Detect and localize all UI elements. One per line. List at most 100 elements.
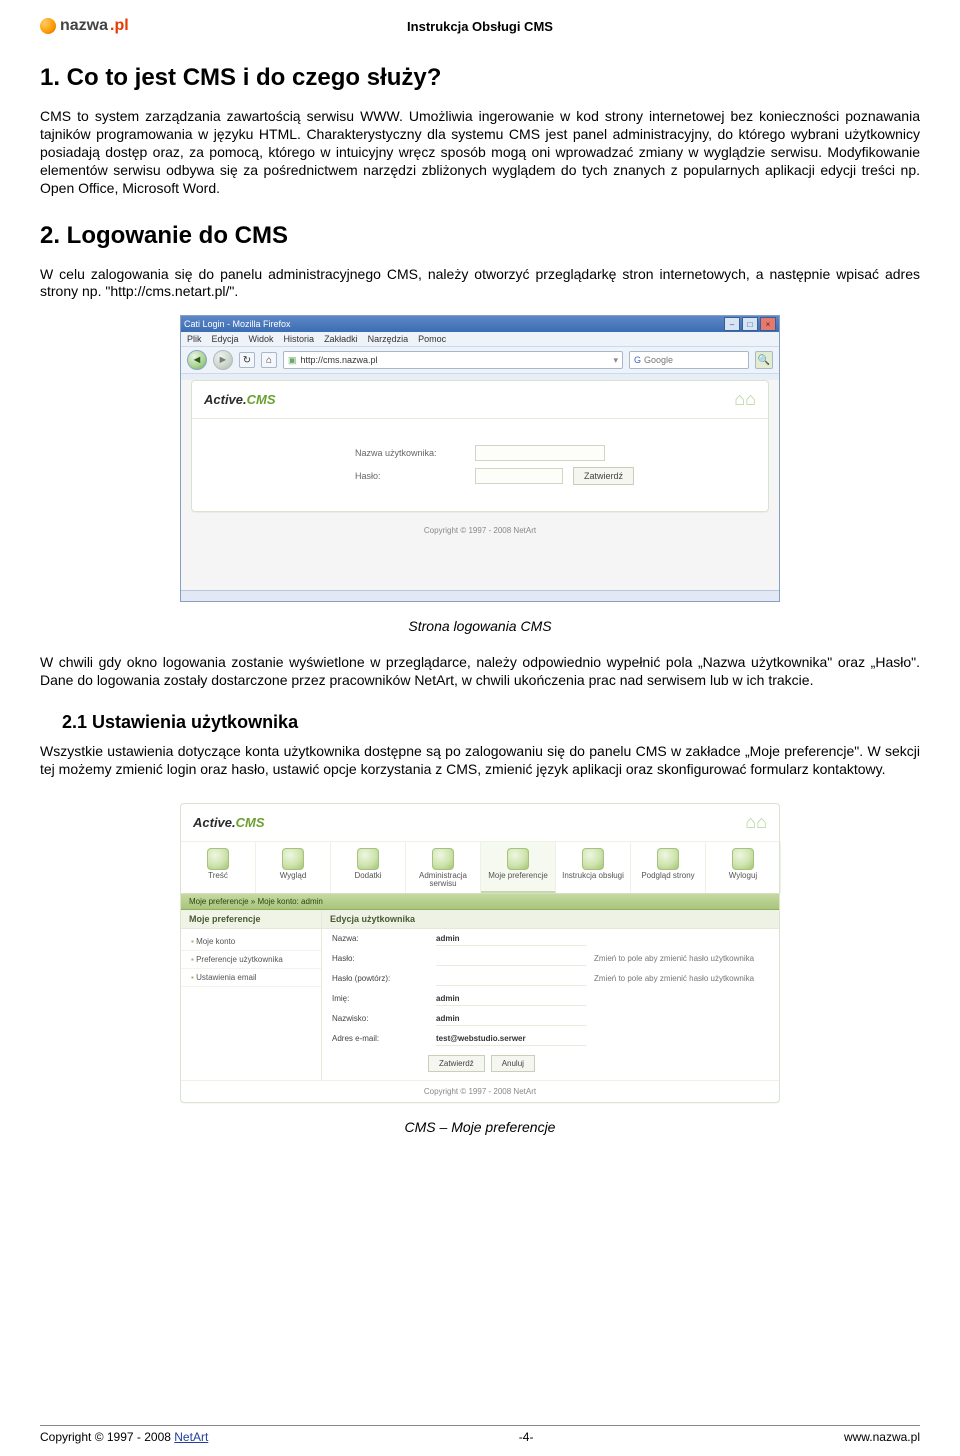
nav-label: Wygląd <box>258 872 328 880</box>
field-label: Adres e-mail: <box>332 1034 428 1043</box>
breadcrumb: Moje preferencje » Moje konto: admin <box>181 894 779 910</box>
password-input[interactable] <box>475 468 563 484</box>
main-panel: Edycja użytkownika Nazwa:admin Hasło: Zmie… <box>322 910 779 1080</box>
brand-cms: CMS <box>236 815 265 830</box>
nav-icon <box>207 848 229 870</box>
nav-label: Treść <box>183 872 253 880</box>
url-text: http://cms.nazwa.pl <box>301 355 378 365</box>
cms-copyright: Copyright © 1997 - 2008 NetArt <box>181 520 779 541</box>
section-1-heading: 1. Co to jest CMS i do czego służy? <box>40 64 920 92</box>
search-icon[interactable]: 🔍 <box>755 351 773 369</box>
form-row: Nazwa:admin <box>322 929 779 949</box>
form-row: Hasło: Zmień to pole aby zmienić hasło uż… <box>322 949 779 969</box>
window-title: Cati Login - Mozilla Firefox <box>184 319 291 329</box>
sidebar: Moje preferencje Moje kontoPreferencje u… <box>181 910 322 1080</box>
search-box[interactable]: G Google <box>629 351 749 369</box>
nav-item[interactable]: Wyloguj <box>706 842 781 893</box>
field-input[interactable]: admin <box>436 992 586 1006</box>
nav-item[interactable]: Dodatki <box>331 842 406 893</box>
footer-left: Copyright © 1997 - 2008 NetArt <box>40 1430 208 1444</box>
form-row: Imię: admin <box>322 989 779 1009</box>
form-row: Nazwisko:admin <box>322 1009 779 1029</box>
url-bar[interactable]: ▣ http://cms.nazwa.pl ▾ <box>283 351 623 369</box>
nav-icon <box>357 848 379 870</box>
cancel-button[interactable]: Anuluj <box>491 1055 535 1072</box>
nav-item[interactable]: Treść <box>181 842 256 893</box>
field-input[interactable] <box>436 972 586 986</box>
window-titlebar[interactable]: Cati Login - Mozilla Firefox – □ × <box>181 316 779 332</box>
forward-icon[interactable]: ► <box>213 350 233 370</box>
sidebar-item[interactable]: Preferencje użytkownika <box>181 951 321 969</box>
menu-item[interactable]: Pomoc <box>418 334 446 344</box>
field-input[interactable]: test@webstudio.serwer <box>436 1032 586 1046</box>
firefox-window: Cati Login - Mozilla Firefox – □ × Plik … <box>180 315 780 602</box>
field-hint: Zmień to pole aby zmienić hasło użytkown… <box>594 954 769 963</box>
main-nav: Treść Wygląd DodatkiAdministracja serwisuM… <box>181 841 779 894</box>
house-icon: ⌂⌂ <box>745 812 767 833</box>
menu-item[interactable]: Plik <box>187 334 202 344</box>
favicon-icon: ▣ <box>288 355 297 366</box>
section-2-body-2: W chwili gdy okno logowania zostanie wyś… <box>40 654 920 690</box>
sidebar-item[interactable]: Moje konto <box>181 933 321 951</box>
field-input[interactable]: admin <box>436 932 586 946</box>
section-2-1-heading: 2.1 Ustawienia użytkownika <box>62 712 920 733</box>
menu-item[interactable]: Edycja <box>212 334 239 344</box>
form-row: Adres e-mail: test@webstudio.serwer <box>322 1029 779 1049</box>
nav-icon <box>282 848 304 870</box>
field-label: Hasło: <box>332 954 428 963</box>
caption-prefs: CMS – Moje preferencje <box>40 1119 920 1135</box>
field-hint: Zmień to pole aby zmienić hasło użytkown… <box>594 974 769 983</box>
rss-icon[interactable]: ▾ <box>613 355 618 366</box>
nav-item[interactable]: Moje preferencje <box>481 842 556 893</box>
field-label: Hasło (powtórz): <box>332 974 428 983</box>
menu-item[interactable]: Zakładki <box>324 334 358 344</box>
sidebar-header: Moje preferencje <box>181 910 321 929</box>
brand-cms: CMS <box>247 392 276 407</box>
menu-item[interactable]: Narzędzia <box>368 334 409 344</box>
doc-title: Instrukcja Obsługi CMS <box>40 19 920 34</box>
section-2-body-1: W celu zalogowania się do panelu adminis… <box>40 266 920 302</box>
home-icon[interactable]: ⌂ <box>261 352 277 368</box>
status-bar <box>181 590 779 601</box>
nav-item[interactable]: Wygląd <box>256 842 331 893</box>
nav-icon <box>657 848 679 870</box>
brand-active: Active. <box>204 392 247 407</box>
nav-item[interactable]: Podgląd strony <box>631 842 706 893</box>
sidebar-item[interactable]: Ustawienia email <box>181 969 321 987</box>
screenshot-login: Cati Login - Mozilla Firefox – □ × Plik … <box>180 315 780 602</box>
footer-copyright: Copyright © 1997 - 2008 <box>40 1430 174 1444</box>
form-row: Hasło (powtórz): Zmień to pole aby zmieni… <box>322 969 779 989</box>
section-2-heading: 2. Logowanie do CMS <box>40 222 920 250</box>
footer-url: www.nazwa.pl <box>844 1430 920 1444</box>
nav-item[interactable]: Instrukcja obsługi <box>556 842 631 893</box>
nav-label: Wyloguj <box>708 872 778 880</box>
username-input[interactable] <box>475 445 605 461</box>
footer-netart-link[interactable]: NetArt <box>174 1430 208 1444</box>
close-icon[interactable]: × <box>760 317 776 331</box>
nav-item[interactable]: Administracja serwisu <box>406 842 481 893</box>
minimize-icon[interactable]: – <box>724 317 740 331</box>
form-header: Edycja użytkownika <box>322 910 779 929</box>
back-icon[interactable]: ◄ <box>187 350 207 370</box>
submit-button[interactable]: Zatwierdź <box>573 467 634 485</box>
menu-item[interactable]: Historia <box>284 334 315 344</box>
field-input[interactable]: admin <box>436 1012 586 1026</box>
nav-label: Podgląd strony <box>633 872 703 880</box>
doc-header: nazwa.pl Instrukcja Obsługi CMS <box>40 16 920 36</box>
screenshot-preferences: Active.CMS ⌂⌂ TreśćWyglądDodatkiAdminist… <box>180 803 780 1103</box>
reload-icon[interactable]: ↻ <box>239 352 255 368</box>
section-2-body-3: Wszystkie ustawienia dotyczące konta uży… <box>40 743 920 779</box>
page-number: -4- <box>519 1430 534 1444</box>
label-password: Hasło: <box>355 471 465 481</box>
nav-label: Dodatki <box>333 872 403 880</box>
google-icon: G <box>634 355 641 365</box>
field-label: Imię: <box>332 994 428 1003</box>
menubar[interactable]: Plik Edycja Widok Historia Zakładki Narz… <box>181 332 779 346</box>
menu-item[interactable]: Widok <box>249 334 274 344</box>
search-placeholder: Google <box>644 355 673 365</box>
cms-copyright: Copyright © 1997 - 2008 NetArt <box>181 1080 779 1102</box>
nav-label: Instrukcja obsługi <box>558 872 628 880</box>
maximize-icon[interactable]: □ <box>742 317 758 331</box>
field-input[interactable] <box>436 952 586 966</box>
save-button[interactable]: Zatwierdź <box>428 1055 485 1072</box>
